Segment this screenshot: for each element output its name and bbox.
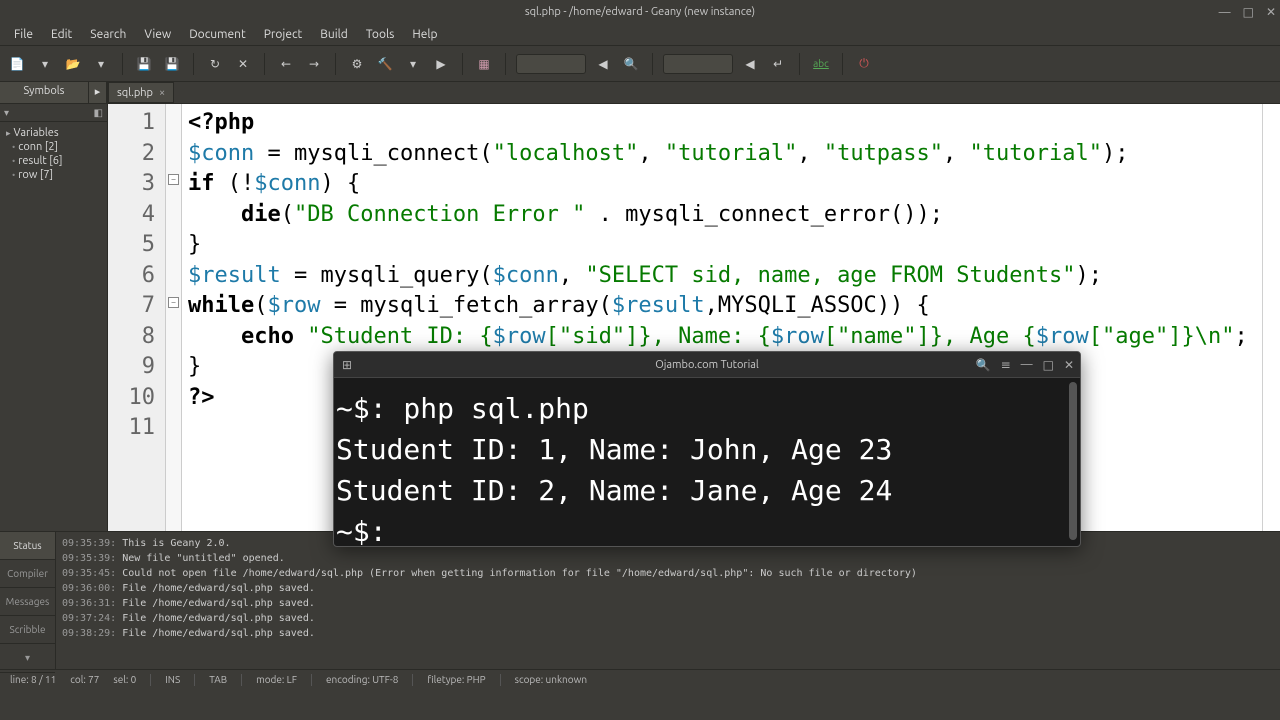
back-icon[interactable]: ← [275,53,297,75]
status-tab: TAB [209,674,227,685]
reload-icon[interactable]: ↻ [204,53,226,75]
menu-edit[interactable]: Edit [43,26,80,43]
status-enc: encoding: UTF-8 [326,674,398,685]
status-filetype: filetype: PHP [427,674,485,685]
maximize-icon[interactable]: □ [1243,5,1254,19]
line-gutter: 1 2 3 4 5 6 7 8 9 10 11 [108,104,166,531]
tree-item-conn[interactable]: conn [2] [2,140,105,154]
menu-help[interactable]: Help [404,26,445,43]
msg-tab-scribble[interactable]: Scribble [0,616,55,644]
compile-icon[interactable]: ⚙ [346,53,368,75]
new-file-icon[interactable]: 📄 [6,53,28,75]
tree-item-result[interactable]: result [6] [2,154,105,168]
maximize-icon[interactable]: □ [1043,358,1054,372]
document-tabs: sql.php × [108,82,1280,104]
sidebar-chevron-icon[interactable]: ▾ [4,107,9,119]
window-title: sql.php - /home/edward - Geany (new inst… [525,6,755,18]
tree-item-row[interactable]: row [7] [2,168,105,182]
fold-margin: − − [166,104,182,531]
sidebar: Symbols ▸ ▾ ◧ Variables conn [2] result … [0,82,108,531]
toolbar: 📄 ▾ 📂 ▾ 💾 💾 ↻ ✕ ← → ⚙ 🔨 ▾ ▶ ▦ ◀ 🔍 ◀ ↵ ab… [0,46,1280,82]
status-pos: line: 8 / 11 [10,674,56,685]
tab-sql-php[interactable]: sql.php × [108,82,174,103]
tab-label: sql.php [117,87,153,99]
msg-tab-status[interactable]: Status [0,532,55,560]
menu-project[interactable]: Project [256,26,311,43]
fold-icon[interactable]: − [168,174,179,185]
search-icon[interactable]: 🔍 [620,53,642,75]
execute-icon[interactable]: ▶ [430,53,452,75]
quit-icon[interactable]: ⏻ [853,53,875,75]
forward-icon[interactable]: → [303,53,325,75]
menu-tools[interactable]: Tools [358,26,403,43]
close-icon[interactable]: ✕ [1064,358,1074,372]
msg-tab-compiler[interactable]: Compiler [0,560,55,588]
statusbar: line: 8 / 11 col: 77 sel: 0 INS TAB mode… [0,669,1280,689]
goto-back-icon[interactable]: ◀ [739,53,761,75]
menu-icon[interactable]: ≡ [1001,358,1011,372]
tab-close-icon[interactable]: × [159,87,165,99]
terminal-title: Ojambo.com Tutorial [655,359,759,371]
status-col: col: 77 [70,674,99,685]
menubar: File Edit Search View Document Project B… [0,24,1280,46]
minimize-icon[interactable]: — [1021,358,1033,371]
sidebar-tab-more[interactable]: ▸ [89,82,107,103]
search-back-icon[interactable]: ◀ [592,53,614,75]
terminal-body[interactable]: ~$: php sql.php Student ID: 1, Name: Joh… [334,378,1080,562]
close-icon[interactable]: ✕ [1266,5,1276,19]
menu-build[interactable]: Build [312,26,356,43]
msg-tab-more[interactable]: ▾ [0,644,55,673]
close-file-icon[interactable]: ✕ [232,53,254,75]
scrollbar[interactable] [1069,382,1077,540]
menu-view[interactable]: View [136,26,179,43]
window-titlebar: sql.php - /home/edward - Geany (new inst… [0,0,1280,24]
new-tab-icon[interactable]: ⊞ [342,358,352,372]
build-icon[interactable]: 🔨 [374,53,396,75]
dropdown-icon[interactable]: ▾ [34,53,56,75]
dropdown-icon[interactable]: ▾ [402,53,424,75]
menu-document[interactable]: Document [181,26,253,43]
msg-tab-messages[interactable]: Messages [0,588,55,616]
status-sel: sel: 0 [113,674,136,685]
status-mode: mode: LF [256,674,297,685]
open-file-icon[interactable]: 📂 [62,53,84,75]
status-scope: scope: unknown [515,674,587,685]
save-icon[interactable]: 💾 [133,53,155,75]
status-ins: INS [165,674,180,685]
margin-line [1262,104,1263,531]
terminal-window[interactable]: ⊞ Ojambo.com Tutorial 🔍 ≡ — □ ✕ ~$: php … [333,351,1081,547]
search-icon[interactable]: 🔍 [976,358,991,372]
sidebar-collapse-icon[interactable]: ◧ [94,107,103,119]
sidebar-tab-symbols[interactable]: Symbols [0,82,89,103]
color-icon[interactable]: ▦ [473,53,495,75]
goto-input[interactable] [663,54,733,74]
minimize-icon[interactable]: — [1219,6,1231,19]
symbols-tree: Variables conn [2] result [6] row [7] [0,122,107,531]
goto-icon[interactable]: ↵ [767,53,789,75]
search-input[interactable] [516,54,586,74]
abc-icon[interactable]: abc [810,53,832,75]
fold-icon[interactable]: − [168,297,179,308]
save-all-icon[interactable]: 💾 [161,53,183,75]
tree-item-variables[interactable]: Variables [2,126,105,140]
menu-search[interactable]: Search [82,26,134,43]
dropdown-icon[interactable]: ▾ [90,53,112,75]
terminal-titlebar[interactable]: ⊞ Ojambo.com Tutorial 🔍 ≡ — □ ✕ [334,352,1080,378]
menu-file[interactable]: File [6,26,41,43]
